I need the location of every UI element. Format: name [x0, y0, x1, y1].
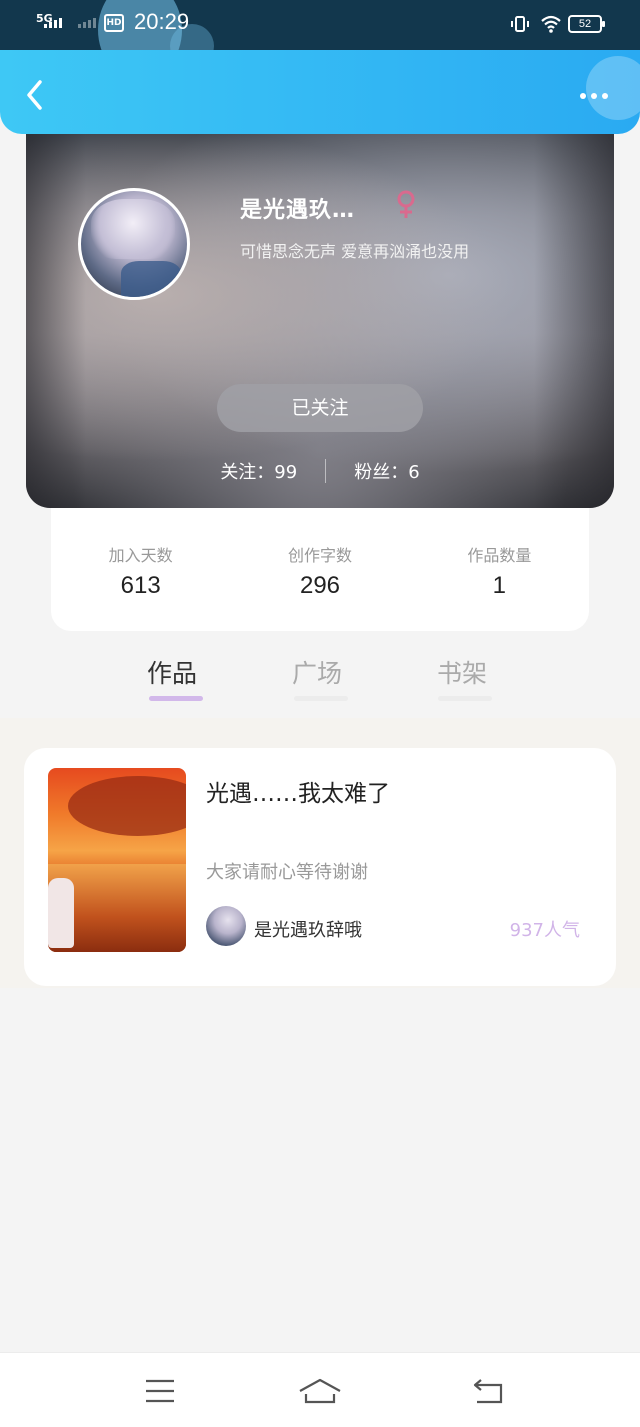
popularity-count: 937人气: [509, 920, 580, 941]
top-header: [0, 50, 640, 134]
stat-word-count: 创作字数 296: [230, 508, 409, 631]
avatar-art: [91, 199, 175, 259]
stat-label: 作品数量: [467, 546, 532, 565]
stats-card: 加入天数 613 创作字数 296 作品数量 1: [51, 508, 589, 631]
work-card[interactable]: 光遇……我太难了 大家请耐心等待谢谢 是光遇玖辞哦 937人气: [24, 748, 616, 986]
tab-indicator: [149, 696, 203, 701]
work-cover-image: [48, 768, 186, 952]
following-count[interactable]: 关注：99: [220, 458, 297, 484]
more-dot: [602, 93, 608, 99]
signal-icon: [44, 18, 62, 28]
female-icon: [397, 190, 415, 218]
more-button[interactable]: [574, 84, 614, 108]
battery-icon: 52: [568, 15, 605, 33]
profile-signature: 可惜思念无声 爱意再汹涌也没用: [240, 242, 470, 261]
stat-value: 1: [492, 572, 506, 599]
tab-bookshelf[interactable]: 书架: [437, 654, 487, 690]
stat-value: 613: [120, 572, 161, 599]
menu-button[interactable]: [140, 1375, 180, 1407]
tab-indicator: [438, 696, 492, 701]
stat-works-count: 作品数量 1: [410, 508, 589, 631]
stat-label: 加入天数: [108, 546, 173, 565]
tab-bar: 作品 广场 书架: [0, 648, 640, 718]
hd-badge: HD: [104, 14, 124, 32]
wifi-icon: [541, 15, 561, 33]
follow-counts: 关注：99 粉丝：6: [26, 458, 614, 484]
avatar[interactable]: [78, 188, 190, 300]
follow-button[interactable]: 已关注: [217, 384, 423, 432]
work-description: 大家请耐心等待谢谢: [206, 862, 368, 883]
stat-join-days: 加入天数 613: [51, 508, 230, 631]
home-button[interactable]: [298, 1375, 342, 1407]
work-title: 光遇……我太难了: [206, 781, 390, 807]
cover-art: [68, 776, 186, 836]
author-name: 是光遇玖辞哦: [254, 920, 362, 941]
tab-indicator: [294, 696, 348, 701]
followers-count[interactable]: 粉丝：6: [354, 458, 419, 484]
stat-label: 创作字数: [287, 546, 352, 565]
menu-icon: [146, 1379, 174, 1403]
banner-shade: [26, 120, 86, 508]
return-button[interactable]: [468, 1375, 508, 1407]
more-dot: [591, 93, 597, 99]
system-nav-bar: [0, 1352, 640, 1427]
stat-value: 296: [299, 572, 341, 599]
back-button[interactable]: [18, 78, 52, 112]
banner-shade: [534, 120, 614, 508]
home-icon: [299, 1378, 341, 1404]
profile-name: 是光遇玖…: [240, 198, 356, 223]
author-avatar: [206, 906, 246, 946]
vibrate-icon: [511, 16, 529, 32]
tab-works[interactable]: 作品: [147, 654, 197, 690]
signal-secondary-icon: [78, 18, 96, 28]
status-bar: 5G HD 20:29 52: [0, 0, 640, 80]
return-icon: [473, 1379, 503, 1404]
avatar-art: [121, 261, 181, 297]
cover-art: [48, 878, 74, 948]
tab-square[interactable]: 广场: [292, 654, 342, 690]
more-horizontal-icon: [580, 93, 586, 99]
divider: [325, 459, 327, 483]
chevron-left-icon: [27, 80, 42, 110]
profile-banner: 是光遇玖… 可惜思念无声 爱意再汹涌也没用 已关注 关注：99 粉丝：6: [26, 120, 614, 508]
status-time: 20:29: [134, 9, 190, 34]
